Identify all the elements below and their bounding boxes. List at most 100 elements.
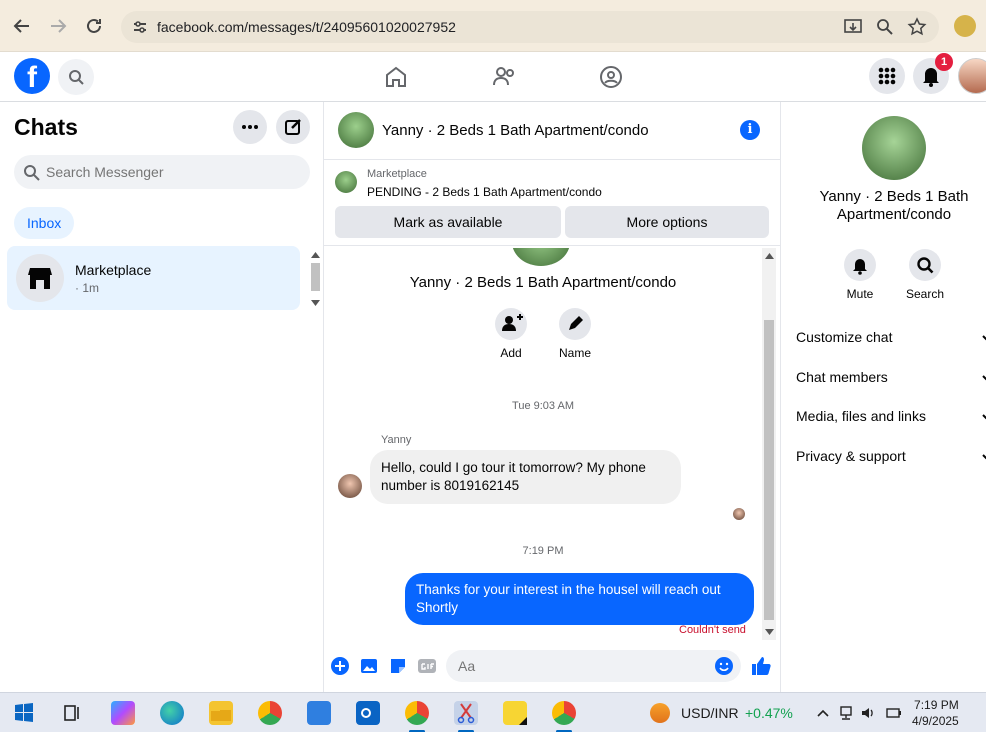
scroll-down-icon bbox=[311, 300, 320, 306]
thumbs-up-icon[interactable] bbox=[749, 654, 773, 678]
site-info-icon[interactable] bbox=[131, 18, 149, 36]
menu-grid-button[interactable] bbox=[869, 58, 905, 94]
add-person-icon[interactable] bbox=[495, 308, 527, 340]
outlook-icon[interactable] bbox=[356, 701, 380, 725]
url-text[interactable]: facebook.com/messages/t/2409560102002795… bbox=[157, 19, 456, 35]
chats-options-button[interactable] bbox=[233, 110, 267, 144]
conversation-title[interactable]: Yanny · 2 Beds 1 Bath Apartment/condo bbox=[382, 122, 649, 139]
privacy-support-section[interactable]: Privacy & support bbox=[796, 448, 986, 464]
media-files-section[interactable]: Media, files and links bbox=[796, 408, 986, 424]
mute-label: Mute bbox=[846, 287, 874, 301]
scrollbar-thumb[interactable] bbox=[311, 263, 320, 291]
listing-thumbnail[interactable] bbox=[335, 171, 357, 193]
forward-icon[interactable] bbox=[46, 14, 70, 38]
name-chat-action[interactable]: Name bbox=[550, 308, 600, 360]
message-input[interactable] bbox=[458, 650, 708, 682]
address-bar[interactable]: facebook.com/messages/t/2409560102002795… bbox=[121, 11, 939, 43]
sticker-icon[interactable] bbox=[388, 656, 408, 676]
task-view-icon[interactable] bbox=[60, 701, 84, 725]
back-icon[interactable] bbox=[10, 14, 34, 38]
facebook-logo[interactable]: f bbox=[14, 58, 50, 94]
reload-icon[interactable] bbox=[82, 14, 106, 38]
sticky-notes-icon[interactable] bbox=[503, 701, 527, 725]
file-explorer-icon[interactable] bbox=[209, 701, 233, 725]
info-icon[interactable]: i bbox=[740, 120, 760, 140]
mark-available-button[interactable]: Mark as available bbox=[335, 206, 561, 238]
new-message-button[interactable] bbox=[276, 110, 310, 144]
seen-indicator-avatar bbox=[733, 508, 745, 520]
message-timestamp: 7:19 PM bbox=[522, 545, 564, 557]
clock-date: 4/9/2025 bbox=[912, 714, 959, 728]
chrome-icon[interactable] bbox=[258, 701, 282, 725]
mute-action[interactable]: Mute bbox=[836, 249, 884, 301]
scrollbar-thumb[interactable] bbox=[764, 320, 774, 620]
search-icon[interactable] bbox=[909, 249, 941, 281]
sender-avatar[interactable] bbox=[338, 474, 362, 498]
store-icon[interactable] bbox=[307, 701, 331, 725]
edge-icon[interactable] bbox=[160, 701, 184, 725]
add-people-action[interactable]: Add bbox=[486, 308, 536, 360]
scroll-down-icon bbox=[765, 629, 774, 635]
battery-icon[interactable] bbox=[886, 705, 902, 721]
thread-scrollbar[interactable] bbox=[762, 248, 776, 640]
stocks-icon[interactable] bbox=[650, 703, 670, 723]
scroll-up-icon bbox=[765, 253, 774, 259]
install-app-icon[interactable] bbox=[843, 17, 863, 37]
customize-chat-section[interactable]: Customize chat bbox=[796, 329, 986, 345]
send-error-text[interactable]: Couldn't send bbox=[679, 624, 746, 636]
chevron-up-icon[interactable] bbox=[816, 706, 830, 720]
bell-icon[interactable] bbox=[844, 249, 876, 281]
inbox-filter-tab[interactable]: Inbox bbox=[14, 207, 75, 239]
volume-icon[interactable] bbox=[860, 705, 876, 721]
chevron-down-icon[interactable] bbox=[982, 412, 986, 422]
start-windows-icon[interactable] bbox=[12, 701, 36, 725]
windows-taskbar: USD/INR +0.47% 7:19 PM 4/9/2025 bbox=[0, 692, 986, 732]
details-title: Yanny · 2 Beds 1 Bath Apartment/condo bbox=[819, 188, 969, 223]
more-options-button[interactable]: More options bbox=[565, 206, 769, 238]
gif-icon[interactable] bbox=[417, 656, 437, 676]
chats-scrollbar[interactable] bbox=[309, 249, 322, 309]
facebook-search-button[interactable] bbox=[58, 59, 94, 95]
home-icon[interactable] bbox=[383, 64, 409, 90]
chat-members-section[interactable]: Chat members bbox=[796, 369, 986, 385]
browser-toolbar: facebook.com/messages/t/2409560102002795… bbox=[0, 0, 986, 52]
account-avatar[interactable] bbox=[958, 58, 986, 94]
chat-list-item[interactable]: Marketplace · 1m bbox=[7, 246, 300, 310]
message-composer bbox=[324, 642, 780, 692]
chevron-down-icon[interactable] bbox=[982, 333, 986, 343]
copilot-icon[interactable] bbox=[111, 701, 135, 725]
search-messenger-box[interactable] bbox=[14, 155, 310, 189]
browser-profile-icon[interactable] bbox=[954, 15, 976, 37]
photo-icon[interactable] bbox=[359, 656, 379, 676]
search-in-chat-action[interactable]: Search bbox=[901, 249, 949, 301]
groups-icon[interactable] bbox=[598, 64, 624, 90]
compose-icon bbox=[285, 119, 301, 135]
plus-icon[interactable] bbox=[330, 656, 350, 676]
friends-icon[interactable] bbox=[491, 64, 517, 90]
search-messenger-input[interactable] bbox=[46, 155, 296, 189]
ticker-change[interactable]: +0.47% bbox=[745, 705, 793, 721]
chrome-profile-icon[interactable] bbox=[405, 701, 429, 725]
pencil-icon[interactable] bbox=[559, 308, 591, 340]
outgoing-message-bubble[interactable]: Thanks for your interest in the housel w… bbox=[405, 573, 754, 625]
snipping-tool-icon[interactable] bbox=[454, 701, 478, 725]
listing-image bbox=[512, 248, 570, 266]
ticker-symbol[interactable]: USD/INR bbox=[681, 705, 739, 721]
bookmark-star-icon[interactable] bbox=[907, 17, 927, 37]
incoming-message-bubble[interactable]: Hello, could I go tour it tomorrow? My p… bbox=[370, 450, 681, 504]
chrome-alt-icon[interactable] bbox=[552, 701, 576, 725]
network-icon[interactable] bbox=[838, 705, 854, 721]
details-avatar[interactable] bbox=[862, 116, 926, 180]
chat-item-name: Marketplace bbox=[75, 262, 152, 278]
marketplace-banner: Marketplace PENDING - 2 Beds 1 Bath Apar… bbox=[324, 160, 780, 246]
notification-badge: 1 bbox=[935, 53, 953, 71]
emoji-icon[interactable] bbox=[714, 656, 734, 676]
grid-icon bbox=[878, 67, 896, 85]
conversation-avatar[interactable] bbox=[338, 112, 374, 148]
facebook-top-nav: f bbox=[0, 52, 986, 102]
chevron-down-icon[interactable] bbox=[982, 452, 986, 462]
chevron-down-icon[interactable] bbox=[982, 373, 986, 383]
zoom-icon[interactable] bbox=[875, 17, 895, 37]
system-clock[interactable]: 7:19 PM 4/9/2025 bbox=[912, 697, 959, 729]
message-input-box[interactable] bbox=[446, 650, 741, 682]
